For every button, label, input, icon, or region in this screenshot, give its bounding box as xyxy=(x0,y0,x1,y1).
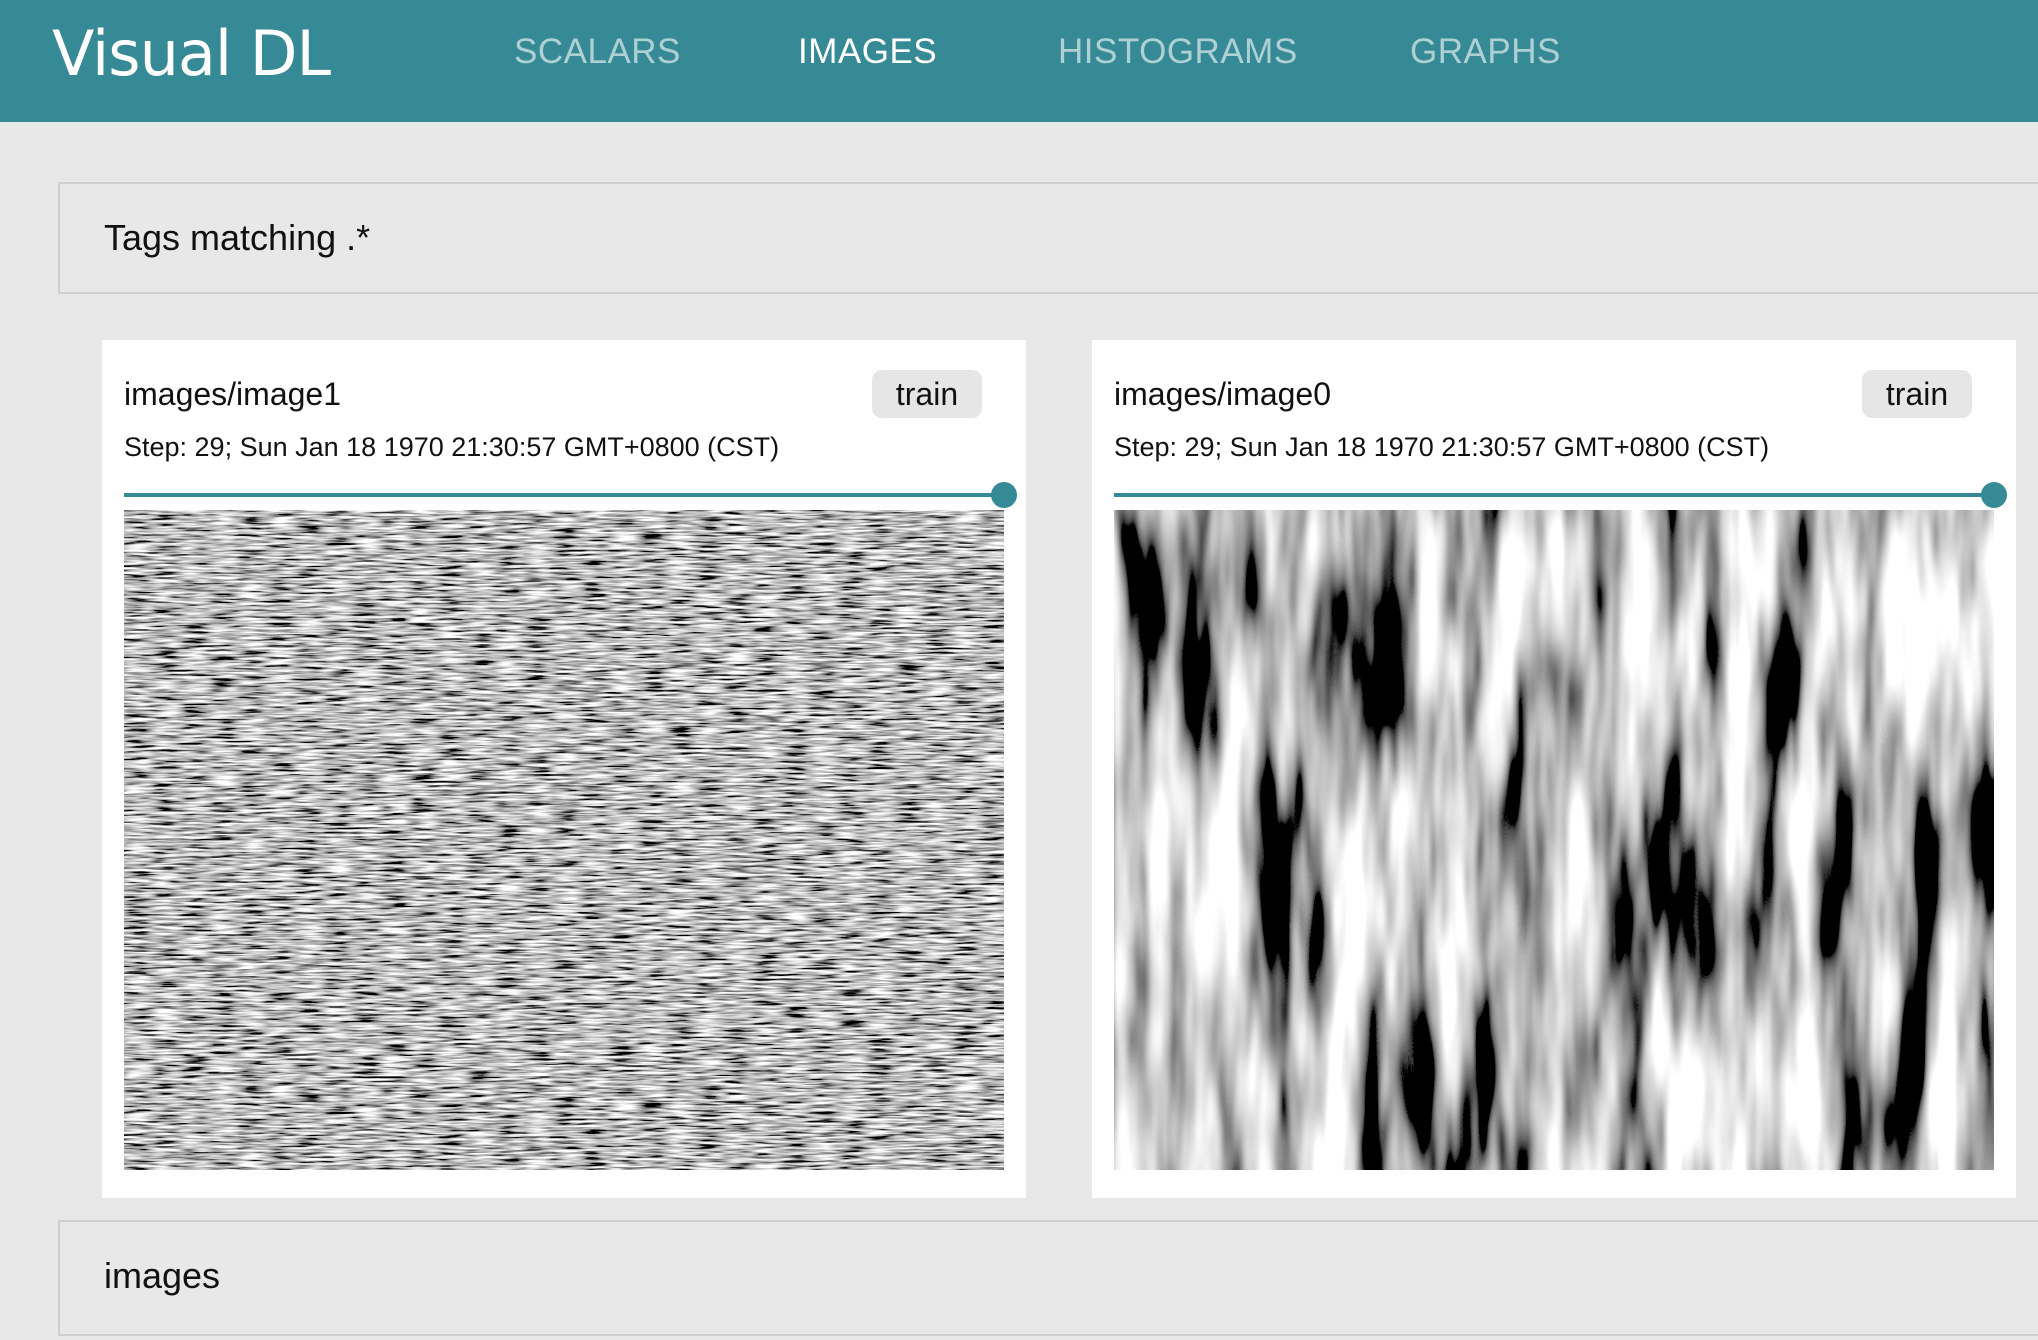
visualdl-logo[interactable]: Visual DL xyxy=(52,14,331,94)
nav-tab-scalars[interactable]: SCALARS xyxy=(514,30,681,74)
step-slider-thumb[interactable] xyxy=(991,482,1017,508)
step-timestamp-text: Step: 29; Sun Jan 18 1970 21:30:57 GMT+0… xyxy=(124,432,780,462)
nav-tab-histograms[interactable]: HISTOGRAMS xyxy=(1058,30,1298,74)
top-navigation-bar: Visual DL SCALARS IMAGES HISTOGRAMS GRAP… xyxy=(0,0,2038,122)
run-tag-chip: train xyxy=(1862,370,1972,418)
tags-matching-title: Tags matching .* xyxy=(104,217,371,258)
image-card-title: images/image0 xyxy=(1114,376,1331,412)
image-preview-noise xyxy=(124,510,1004,1170)
image-preview xyxy=(1114,510,1994,1170)
step-timestamp-text: Step: 29; Sun Jan 18 1970 21:30:57 GMT+0… xyxy=(1114,432,1770,462)
step-slider-thumb[interactable] xyxy=(1981,482,2007,508)
image-preview-streaks xyxy=(1114,510,1994,1170)
image-preview xyxy=(124,510,1004,1170)
step-slider-track xyxy=(1114,493,1994,497)
tags-matching-section[interactable]: Tags matching .* xyxy=(58,182,2038,294)
image-card-image0: images/image0 train Step: 29; Sun Jan 18… xyxy=(1092,340,2016,1198)
image-card-title: images/image1 xyxy=(124,376,341,412)
step-slider[interactable] xyxy=(1114,482,2007,508)
image-card-image1: images/image1 train Step: 29; Sun Jan 18… xyxy=(102,340,1026,1198)
images-group-title: images xyxy=(104,1255,221,1296)
step-slider-track xyxy=(124,493,1004,497)
nav-tab-graphs[interactable]: GRAPHS xyxy=(1410,30,1561,74)
images-group-section[interactable]: images xyxy=(58,1220,2038,1336)
step-slider[interactable] xyxy=(124,482,1017,508)
run-tag-chip: train xyxy=(872,370,982,418)
nav-tab-images[interactable]: IMAGES xyxy=(798,30,937,74)
